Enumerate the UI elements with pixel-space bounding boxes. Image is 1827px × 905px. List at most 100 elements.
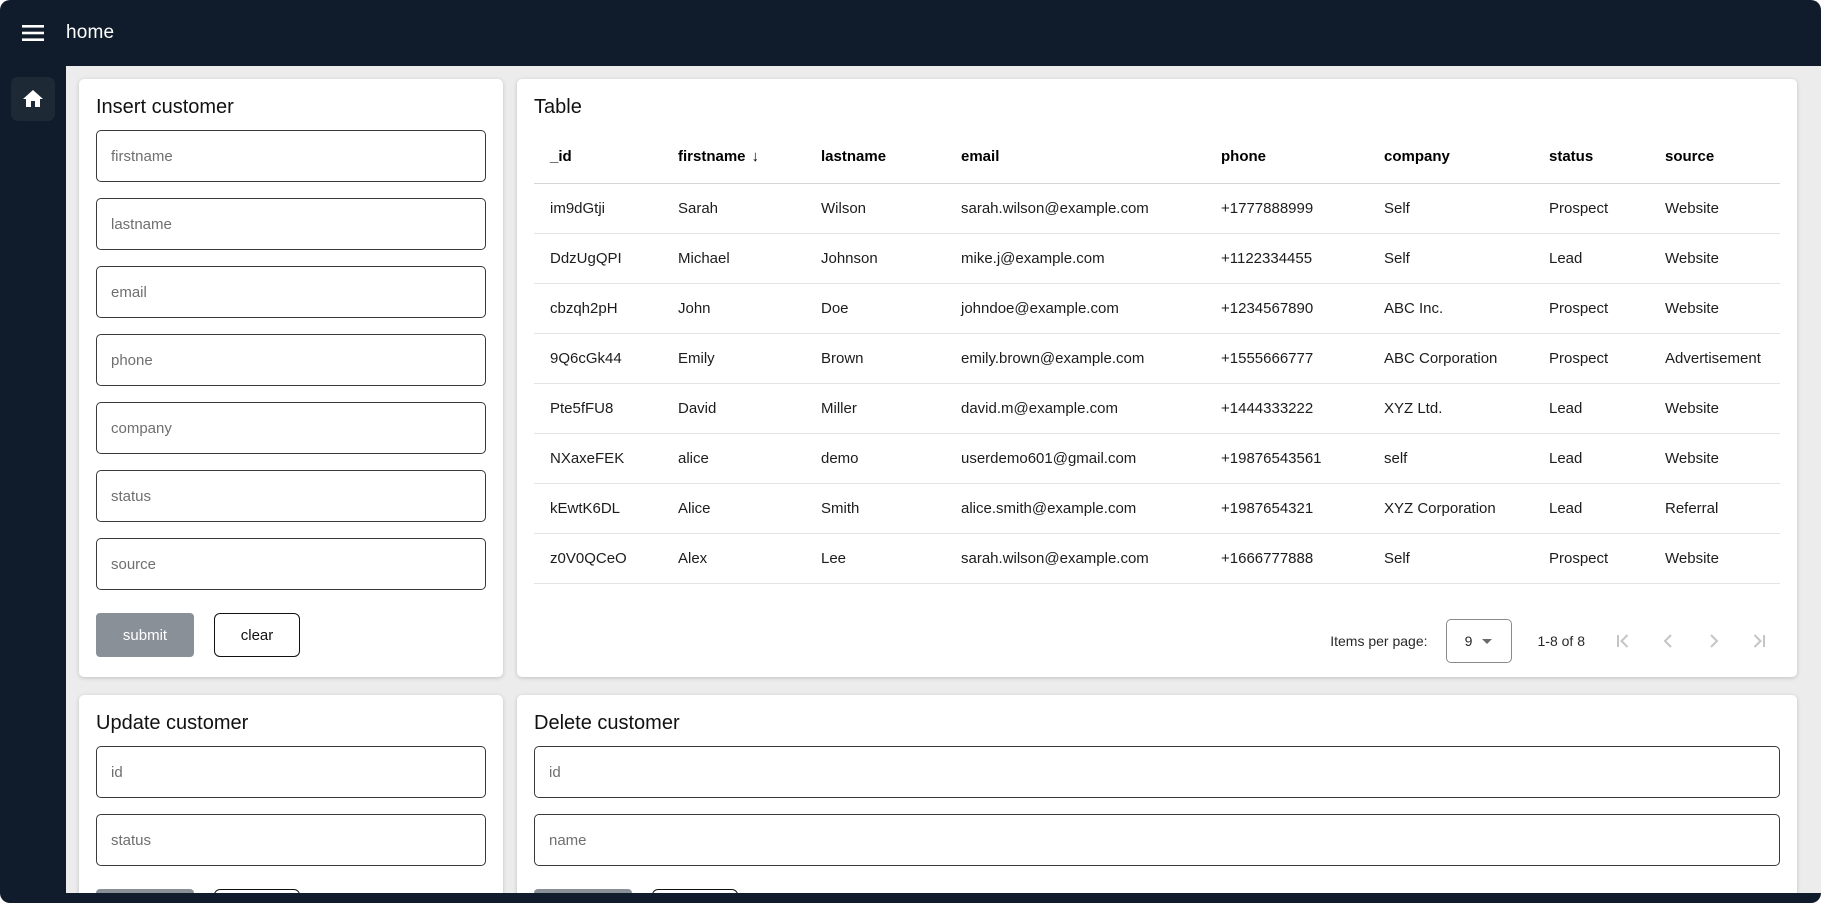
column-header-id[interactable]: _id	[534, 130, 668, 184]
source-field[interactable]	[96, 538, 486, 590]
update-card-title: Update customer	[96, 712, 486, 735]
table-cell: +19876543561	[1211, 434, 1374, 484]
status-field[interactable]	[96, 470, 486, 522]
page-title: home	[66, 22, 114, 44]
table-cell: Lee	[811, 534, 951, 584]
table-cell: Lead	[1539, 234, 1655, 284]
table-cell: Michael	[668, 234, 811, 284]
items-per-page-label: Items per page:	[1330, 633, 1427, 649]
table-body: im9dGtji Sarah Wilson sarah.wilson@examp…	[534, 184, 1780, 584]
delete-buttons-row: submit clear	[534, 889, 1780, 893]
table-cell: Self	[1374, 534, 1539, 584]
table-row: im9dGtji Sarah Wilson sarah.wilson@examp…	[534, 184, 1780, 234]
table-cell: John	[668, 284, 811, 334]
table-cell: XYZ Corporation	[1374, 484, 1539, 534]
update-clear-button[interactable]: clear	[214, 889, 300, 893]
table-cell: self	[1374, 434, 1539, 484]
table-cell: Alice	[668, 484, 811, 534]
delete-clear-button[interactable]: clear	[652, 889, 738, 893]
delete-id-field[interactable]	[534, 746, 1780, 798]
table-cell: sarah.wilson@example.com	[951, 184, 1211, 234]
last-page-button[interactable]	[1737, 621, 1783, 661]
column-header-label: _id	[550, 148, 572, 165]
table-row: kEwtK6DL Alice Smith alice.smith@example…	[534, 484, 1780, 534]
table-cell: mike.j@example.com	[951, 234, 1211, 284]
lastname-field[interactable]	[96, 198, 486, 250]
app-frame: home Insert customer submit clear	[0, 0, 1821, 903]
phone-field[interactable]	[96, 334, 486, 386]
table-cell: kEwtK6DL	[534, 484, 668, 534]
table-cell: +1666777888	[1211, 534, 1374, 584]
paginator-range-label: 1-8 of 8	[1538, 633, 1585, 649]
table-cell: Prospect	[1539, 284, 1655, 334]
table-card-title: Table	[534, 96, 1780, 119]
main-content: Insert customer submit clear Table	[66, 66, 1821, 893]
table-cell: Advertisement	[1655, 334, 1780, 384]
table-cell: +1122334455	[1211, 234, 1374, 284]
table-cell: cbzqh2pH	[534, 284, 668, 334]
table-cell: NXaxeFEK	[534, 434, 668, 484]
column-header-lastname[interactable]: lastname	[811, 130, 951, 184]
email-field[interactable]	[96, 266, 486, 318]
table-cell: Website	[1655, 284, 1780, 334]
table-row: NXaxeFEK alice demo userdemo601@gmail.co…	[534, 434, 1780, 484]
update-status-field[interactable]	[96, 814, 486, 866]
previous-page-icon	[1656, 629, 1680, 653]
hamburger-menu-icon[interactable]	[0, 0, 66, 66]
items-per-page-select[interactable]: 9	[1446, 619, 1512, 663]
insert-submit-button[interactable]: submit	[96, 613, 194, 657]
column-header-phone[interactable]: phone	[1211, 130, 1374, 184]
table-cell: +1555666777	[1211, 334, 1374, 384]
hamburger-icon	[21, 24, 45, 42]
first-page-icon	[1610, 629, 1634, 653]
column-header-source[interactable]: source	[1655, 130, 1780, 184]
firstname-field[interactable]	[96, 130, 486, 182]
table-cell: demo	[811, 434, 951, 484]
table-row: Pte5fFU8 David Miller david.m@example.co…	[534, 384, 1780, 434]
table-cell: DdzUgQPI	[534, 234, 668, 284]
column-header-firstname[interactable]: firstname ↓	[668, 130, 811, 184]
table-cell: Website	[1655, 384, 1780, 434]
table-cell: Doe	[811, 284, 951, 334]
column-header-email[interactable]: email	[951, 130, 1211, 184]
table-cell: Lead	[1539, 434, 1655, 484]
previous-page-button[interactable]	[1645, 621, 1691, 661]
items-per-page-value: 9	[1465, 633, 1473, 649]
table-cell: im9dGtji	[534, 184, 668, 234]
table-cell: ABC Inc.	[1374, 284, 1539, 334]
table-cell: Pte5fFU8	[534, 384, 668, 434]
table-cell: Self	[1374, 234, 1539, 284]
table-cell: Johnson	[811, 234, 951, 284]
table-cell: z0V0QCeO	[534, 534, 668, 584]
insert-clear-button[interactable]: clear	[214, 613, 300, 657]
top-navbar: home	[0, 0, 1821, 66]
delete-submit-button[interactable]: submit	[534, 889, 632, 893]
insert-customer-card: Insert customer submit clear	[79, 79, 503, 677]
column-header-status[interactable]: status	[1539, 130, 1655, 184]
update-submit-button[interactable]: submit	[96, 889, 194, 893]
sidebar-item-home[interactable]	[11, 77, 55, 121]
update-id-field[interactable]	[96, 746, 486, 798]
table-row: DdzUgQPI Michael Johnson mike.j@example.…	[534, 234, 1780, 284]
delete-name-field[interactable]	[534, 814, 1780, 866]
column-header-label: firstname	[678, 148, 746, 165]
table-cell: Website	[1655, 184, 1780, 234]
scrollbar-track[interactable]	[1821, 0, 1827, 905]
sort-desc-icon: ↓	[752, 148, 760, 165]
table-cell: +1234567890	[1211, 284, 1374, 334]
company-field[interactable]	[96, 402, 486, 454]
table-card: Table _id firstname ↓ lastname email phon…	[517, 79, 1797, 677]
table-cell: Brown	[811, 334, 951, 384]
table-cell: Website	[1655, 434, 1780, 484]
delete-card-title: Delete customer	[534, 712, 1780, 735]
table-cell: userdemo601@gmail.com	[951, 434, 1211, 484]
table-cell: sarah.wilson@example.com	[951, 534, 1211, 584]
column-header-label: company	[1384, 148, 1450, 165]
next-page-icon	[1702, 629, 1726, 653]
paginator: Items per page: 9 1-8 of 8	[1330, 619, 1783, 663]
column-header-company[interactable]: company	[1374, 130, 1539, 184]
first-page-button[interactable]	[1599, 621, 1645, 661]
next-page-button[interactable]	[1691, 621, 1737, 661]
table-cell: Emily	[668, 334, 811, 384]
table-cell: Smith	[811, 484, 951, 534]
